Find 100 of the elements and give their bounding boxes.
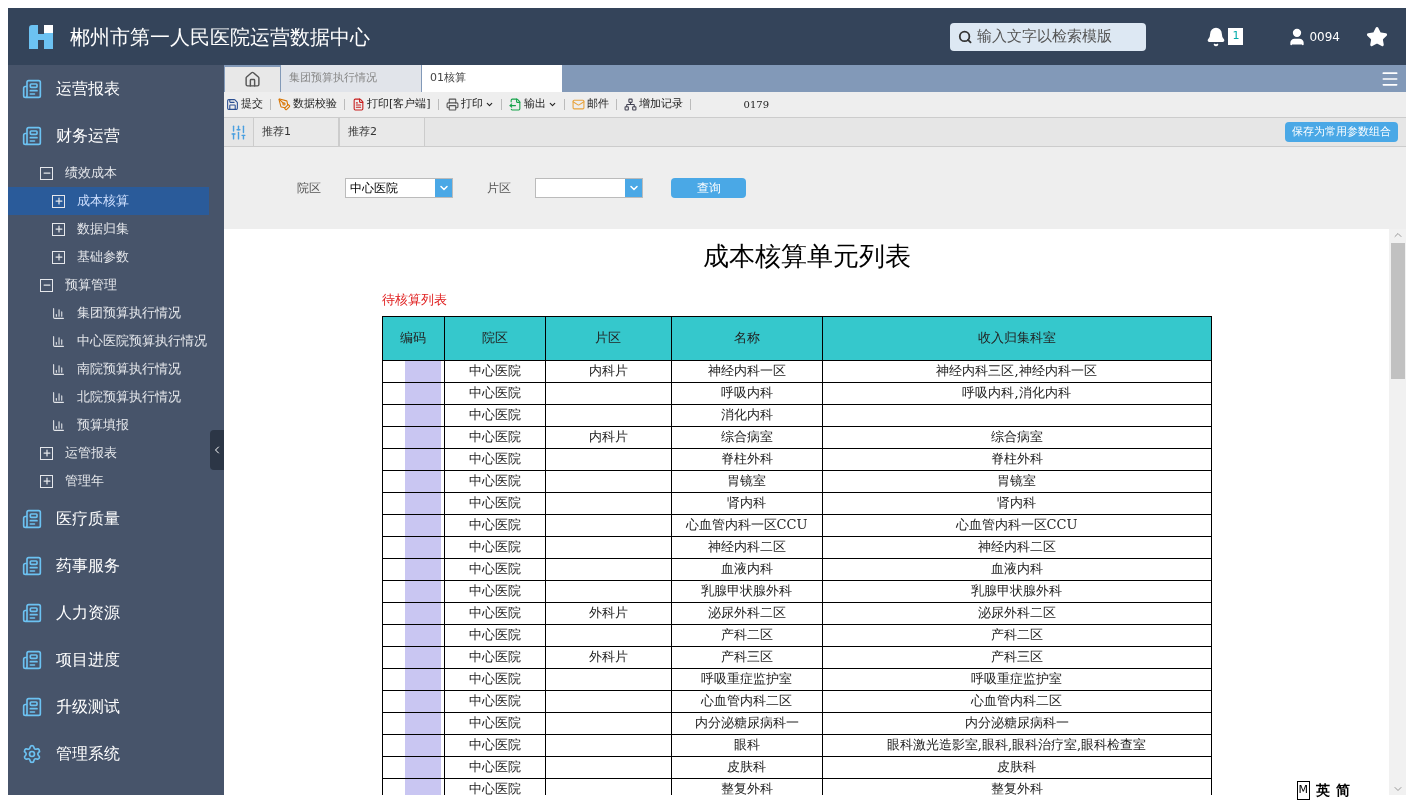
redaction-mosaic bbox=[404, 712, 441, 734]
favorite-icon[interactable] bbox=[1366, 25, 1388, 48]
module-item[interactable]: 运营报表 bbox=[8, 65, 224, 112]
dropdown-field[interactable] bbox=[535, 178, 643, 198]
module-item[interactable]: 项目进度 bbox=[8, 636, 224, 683]
module-item[interactable]: 医疗质量 bbox=[8, 495, 224, 542]
expand-icon[interactable] bbox=[52, 250, 65, 264]
report-icon bbox=[22, 649, 42, 670]
tree-item[interactable]: 北院预算执行情况 bbox=[8, 383, 209, 411]
redaction-mosaic bbox=[404, 492, 441, 514]
table-cell: 中心医院 bbox=[444, 646, 545, 668]
tree-item[interactable]: 基础参数 bbox=[8, 243, 209, 271]
table-cell: 中心医院 bbox=[444, 360, 545, 382]
table-cell: 乳腺甲状腺外科 bbox=[671, 580, 822, 602]
table-cell: 胃镜室 bbox=[671, 470, 822, 492]
toolbar-code: 0179 bbox=[743, 98, 770, 112]
table-cell: 心血管内科一区CCU bbox=[822, 514, 1211, 536]
tree-item[interactable]: 成本核算 bbox=[8, 187, 209, 215]
module-item[interactable]: 药事服务 bbox=[8, 542, 224, 589]
ime-label[interactable]: 简 bbox=[1336, 780, 1350, 801]
tree-item[interactable]: 管理年 bbox=[8, 467, 209, 495]
caret-icon bbox=[484, 100, 494, 109]
expand-icon[interactable] bbox=[52, 222, 65, 236]
toolbar-button[interactable]: 输出 bbox=[506, 96, 559, 113]
table-cell: 皮肤科 bbox=[822, 756, 1211, 778]
collapse-icon[interactable] bbox=[40, 278, 53, 292]
dropdown-field[interactable]: 中心医院 bbox=[345, 178, 453, 198]
scrollbar-thumb[interactable] bbox=[1390, 243, 1405, 379]
table-cell: 心血管内科一区CCU bbox=[671, 514, 822, 536]
table-cell: 中心医院 bbox=[444, 558, 545, 580]
table-cell: 产科三区 bbox=[822, 646, 1211, 668]
redaction-mosaic bbox=[404, 580, 441, 602]
table-cell: 中心医院 bbox=[444, 756, 545, 778]
table-cell: 内科片 bbox=[545, 360, 671, 382]
tree-item[interactable]: 运管报表 bbox=[8, 439, 209, 467]
tab[interactable]: 01核算 bbox=[422, 65, 562, 92]
preset-tab[interactable]: 推荐2 bbox=[339, 118, 425, 146]
table-cell: 皮肤科 bbox=[671, 756, 822, 778]
ime-label[interactable]: 英 bbox=[1316, 780, 1330, 801]
table-cell: 产科三区 bbox=[671, 646, 822, 668]
chart-icon bbox=[52, 334, 65, 348]
redaction-mosaic bbox=[404, 690, 441, 712]
expand-icon[interactable] bbox=[40, 446, 53, 460]
toolbar-button[interactable]: 打印 bbox=[443, 96, 496, 113]
report-title: 成本核算单元列表 bbox=[702, 240, 911, 273]
collapse-icon[interactable] bbox=[40, 166, 53, 180]
table-cell: 肾内科 bbox=[822, 492, 1211, 514]
module-item[interactable]: 升级测试 bbox=[8, 683, 224, 730]
tree-item[interactable]: 数据归集 bbox=[8, 215, 209, 243]
table-cell: 中心医院 bbox=[444, 734, 545, 756]
expand-icon[interactable] bbox=[52, 194, 65, 208]
tree-item[interactable]: 预算管理 bbox=[8, 271, 209, 299]
scrollbar[interactable] bbox=[1389, 229, 1406, 795]
column-header: 收入归集科室 bbox=[822, 316, 1211, 360]
table-cell: 泌尿外科二区 bbox=[671, 602, 822, 624]
redaction-mosaic bbox=[404, 668, 441, 690]
home-tab[interactable] bbox=[225, 67, 280, 92]
table-cell: 中心医院 bbox=[444, 448, 545, 470]
chart-icon bbox=[52, 390, 65, 404]
search-field[interactable]: 输入文字以检索模版 bbox=[950, 22, 1147, 51]
module-item[interactable]: 管理系统 bbox=[8, 730, 224, 777]
redaction-mosaic bbox=[404, 602, 441, 624]
tree-item[interactable]: 预算填报 bbox=[8, 411, 209, 439]
tree-item[interactable]: 中心医院预算执行情况 bbox=[8, 327, 209, 355]
table-cell: 中心医院 bbox=[444, 470, 545, 492]
toolbar-button[interactable]: 数据校验 bbox=[276, 96, 339, 113]
notification-icon[interactable] bbox=[1206, 26, 1227, 47]
toolbar-button[interactable]: 增加记录 bbox=[621, 96, 685, 113]
tree-item[interactable]: 南院预算执行情况 bbox=[8, 355, 209, 383]
redaction-mosaic bbox=[404, 360, 441, 382]
collapse-sidebar-button[interactable] bbox=[210, 430, 224, 470]
toolbar-button[interactable]: 打印[客户端] bbox=[350, 96, 433, 113]
toolbar-button[interactable]: 提交 bbox=[224, 96, 265, 113]
redaction-mosaic bbox=[404, 470, 441, 492]
redaction-mosaic bbox=[404, 734, 441, 756]
table-cell: 泌尿外科二区 bbox=[822, 602, 1211, 624]
column-header: 编码 bbox=[382, 316, 444, 360]
table-cell: 中心医院 bbox=[444, 382, 545, 404]
table-cell: 眼科激光造影室,眼科,眼科治疗室,眼科检查室 bbox=[822, 734, 1211, 756]
ime-label[interactable]: M bbox=[1296, 781, 1310, 800]
notification-badge: 1 bbox=[1228, 28, 1244, 45]
redaction-mosaic bbox=[404, 404, 441, 426]
preset-tab[interactable]: 推荐1 bbox=[253, 118, 339, 146]
module-item[interactable]: 财务运营 bbox=[8, 112, 224, 159]
tree-item[interactable]: 绩效成本 bbox=[8, 159, 209, 187]
table-cell: 中心医院 bbox=[444, 426, 545, 448]
table-cell: 呼吸重症监护室 bbox=[822, 668, 1211, 690]
expand-icon[interactable] bbox=[40, 474, 53, 488]
chart-icon bbox=[52, 306, 65, 320]
tree-item[interactable]: 集团预算执行情况 bbox=[8, 299, 209, 327]
filter-label: 片区 bbox=[487, 180, 511, 197]
module-item[interactable]: 人力资源 bbox=[8, 589, 224, 636]
table-cell: 神经内科二区 bbox=[822, 536, 1211, 558]
redaction-mosaic bbox=[404, 426, 441, 448]
table-cell: 脊柱外科 bbox=[822, 448, 1211, 470]
table-cell: 血液内科 bbox=[822, 558, 1211, 580]
redaction-mosaic bbox=[404, 558, 441, 580]
table-cell: 中心医院 bbox=[444, 580, 545, 602]
table-cell: 呼吸重症监护室 bbox=[671, 668, 822, 690]
toolbar-button[interactable]: 邮件 bbox=[569, 96, 611, 113]
